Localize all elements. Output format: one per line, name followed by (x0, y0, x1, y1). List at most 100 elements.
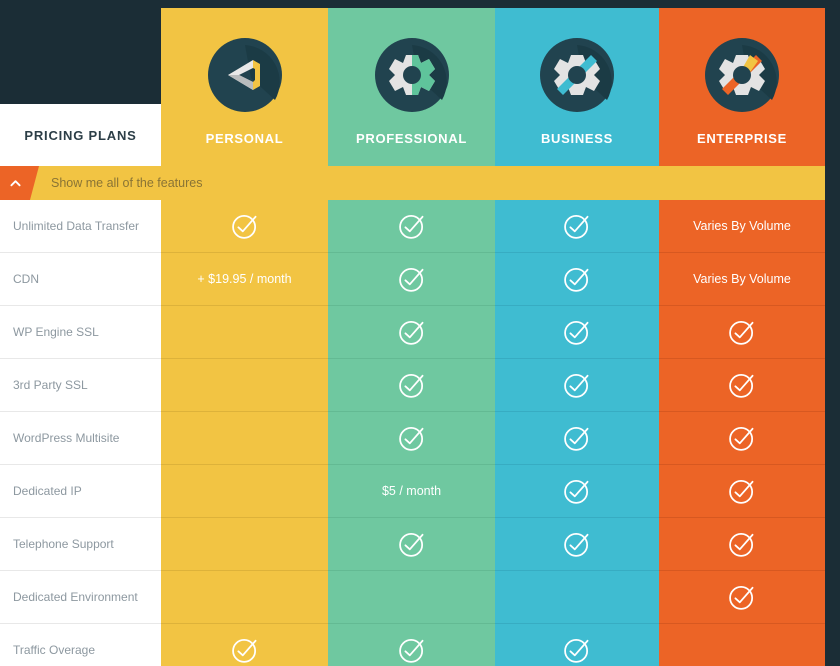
feature-value-cell-enterprise (659, 624, 825, 666)
plan-header-professional[interactable]: PROFESSIONAL (328, 8, 495, 166)
feature-value-cell-business (495, 253, 659, 306)
table-row: Unlimited Data Transfer Varies By Volume (0, 200, 825, 253)
check-circle-icon (564, 479, 589, 504)
page-title: PRICING PLANS (0, 104, 161, 166)
feature-value-cell-business (495, 200, 659, 253)
check-circle-icon (564, 638, 589, 663)
feature-value-cell-personal (161, 571, 328, 624)
feature-name-label: 3rd Party SSL (13, 378, 88, 392)
feature-value-cell-business (495, 571, 659, 624)
feature-value-cell-business (495, 412, 659, 465)
check-circle-icon (564, 320, 589, 345)
check-circle-icon (398, 214, 423, 239)
gear-icon (705, 38, 779, 112)
table-row: WordPress Multisite (0, 412, 825, 465)
check-circle-icon (564, 426, 589, 451)
feature-value-cell-personal: + $19.95 / month (161, 253, 328, 306)
plan-header-enterprise[interactable]: ENTERPRISE (659, 8, 825, 166)
feature-value-cell-professional (328, 624, 495, 666)
show-all-features-bar[interactable]: Show me all of the features (0, 166, 825, 200)
feature-value-cell-enterprise: Varies By Volume (659, 200, 825, 253)
feature-value-cell-professional (328, 518, 495, 571)
feature-value-cell-enterprise (659, 412, 825, 465)
check-circle-icon (398, 267, 423, 292)
plan-name-business: BUSINESS (540, 131, 614, 146)
check-circle-icon (729, 320, 754, 345)
feature-name-cell: Traffic Overage (0, 624, 161, 666)
feature-name-label: Telephone Support (13, 537, 114, 551)
check-circle-icon (231, 638, 256, 663)
check-circle-icon (398, 426, 423, 451)
plan-header-business[interactable]: BUSINESS (495, 8, 659, 166)
feature-value-cell-enterprise (659, 571, 825, 624)
check-circle-icon (564, 214, 589, 239)
feature-value-cell-business (495, 518, 659, 571)
feature-table: Unlimited Data Transfer Varies By Volume C… (0, 200, 840, 666)
feature-value-cell-personal (161, 200, 328, 253)
table-row: Dedicated Environment (0, 571, 825, 624)
feature-value-cell-business (495, 465, 659, 518)
feature-name-cell: Dedicated Environment (0, 571, 161, 624)
feature-value-cell-personal (161, 465, 328, 518)
gear-icon (540, 38, 614, 112)
feature-name-cell: WP Engine SSL (0, 306, 161, 359)
feature-name-label: Traffic Overage (13, 643, 96, 657)
pricing-comparison-page: PERSONAL PROFESSIONAL BUSINESS ENTERPRIS… (0, 0, 840, 666)
chevron-up-icon (9, 179, 21, 186)
feature-value-cell-enterprise: Varies By Volume (659, 253, 825, 306)
feature-value-cell-business (495, 359, 659, 412)
feature-name-cell: Dedicated IP (0, 465, 161, 518)
gear-icon (374, 38, 449, 112)
feature-value-cell-personal (161, 518, 328, 571)
table-row: CDN + $19.95 / month Varies By Volume (0, 253, 825, 306)
feature-value-label: $5 / month (381, 484, 442, 498)
feature-name-cell: 3rd Party SSL (0, 359, 161, 412)
feature-value-cell-professional (328, 306, 495, 359)
triangle-play-icon (207, 38, 282, 112)
feature-name-cell: WordPress Multisite (0, 412, 161, 465)
check-circle-icon (564, 267, 589, 292)
feature-name-label: Dedicated Environment (13, 590, 138, 604)
pricing-plans-label: PRICING PLANS (24, 127, 137, 143)
check-circle-icon (564, 532, 589, 557)
feature-value-cell-business (495, 624, 659, 666)
check-circle-icon (729, 479, 754, 504)
feature-value-cell-business (495, 306, 659, 359)
feature-name-cell: Telephone Support (0, 518, 161, 571)
feature-value-cell-personal (161, 624, 328, 666)
check-circle-icon (398, 373, 423, 398)
feature-value-cell-professional (328, 200, 495, 253)
check-circle-icon (729, 426, 754, 451)
feature-value-label: + $19.95 / month (197, 272, 292, 286)
check-circle-icon (398, 532, 423, 557)
check-circle-icon (564, 373, 589, 398)
check-circle-icon (231, 214, 256, 239)
feature-value-cell-professional (328, 359, 495, 412)
feature-name-cell: Unlimited Data Transfer (0, 200, 161, 253)
feature-value-cell-professional (328, 412, 495, 465)
table-row: 3rd Party SSL (0, 359, 825, 412)
check-circle-icon (729, 532, 754, 557)
feature-value-cell-professional: $5 / month (328, 465, 495, 518)
feature-value-cell-professional (328, 253, 495, 306)
feature-value-label: Varies By Volume (693, 272, 791, 286)
check-circle-icon (729, 373, 754, 398)
features-toggle-button[interactable] (0, 166, 39, 200)
feature-name-label: WordPress Multisite (13, 431, 120, 445)
feature-value-cell-enterprise (659, 306, 825, 359)
plan-name-enterprise: ENTERPRISE (696, 131, 788, 146)
feature-value-cell-enterprise (659, 465, 825, 518)
plan-header-personal[interactable]: PERSONAL (161, 8, 328, 166)
feature-value-cell-personal (161, 412, 328, 465)
feature-name-label: Dedicated IP (13, 484, 82, 498)
check-circle-icon (398, 320, 423, 345)
feature-value-cell-personal (161, 359, 328, 412)
table-row: Traffic Overage (0, 624, 825, 666)
feature-name-label: CDN (13, 272, 39, 286)
feature-value-cell-enterprise (659, 518, 825, 571)
feature-value-cell-professional (328, 571, 495, 624)
plan-name-personal: PERSONAL (205, 131, 284, 146)
feature-value-label: Varies By Volume (693, 219, 791, 233)
table-row: Dedicated IP $5 / month (0, 465, 825, 518)
check-circle-icon (729, 585, 754, 610)
